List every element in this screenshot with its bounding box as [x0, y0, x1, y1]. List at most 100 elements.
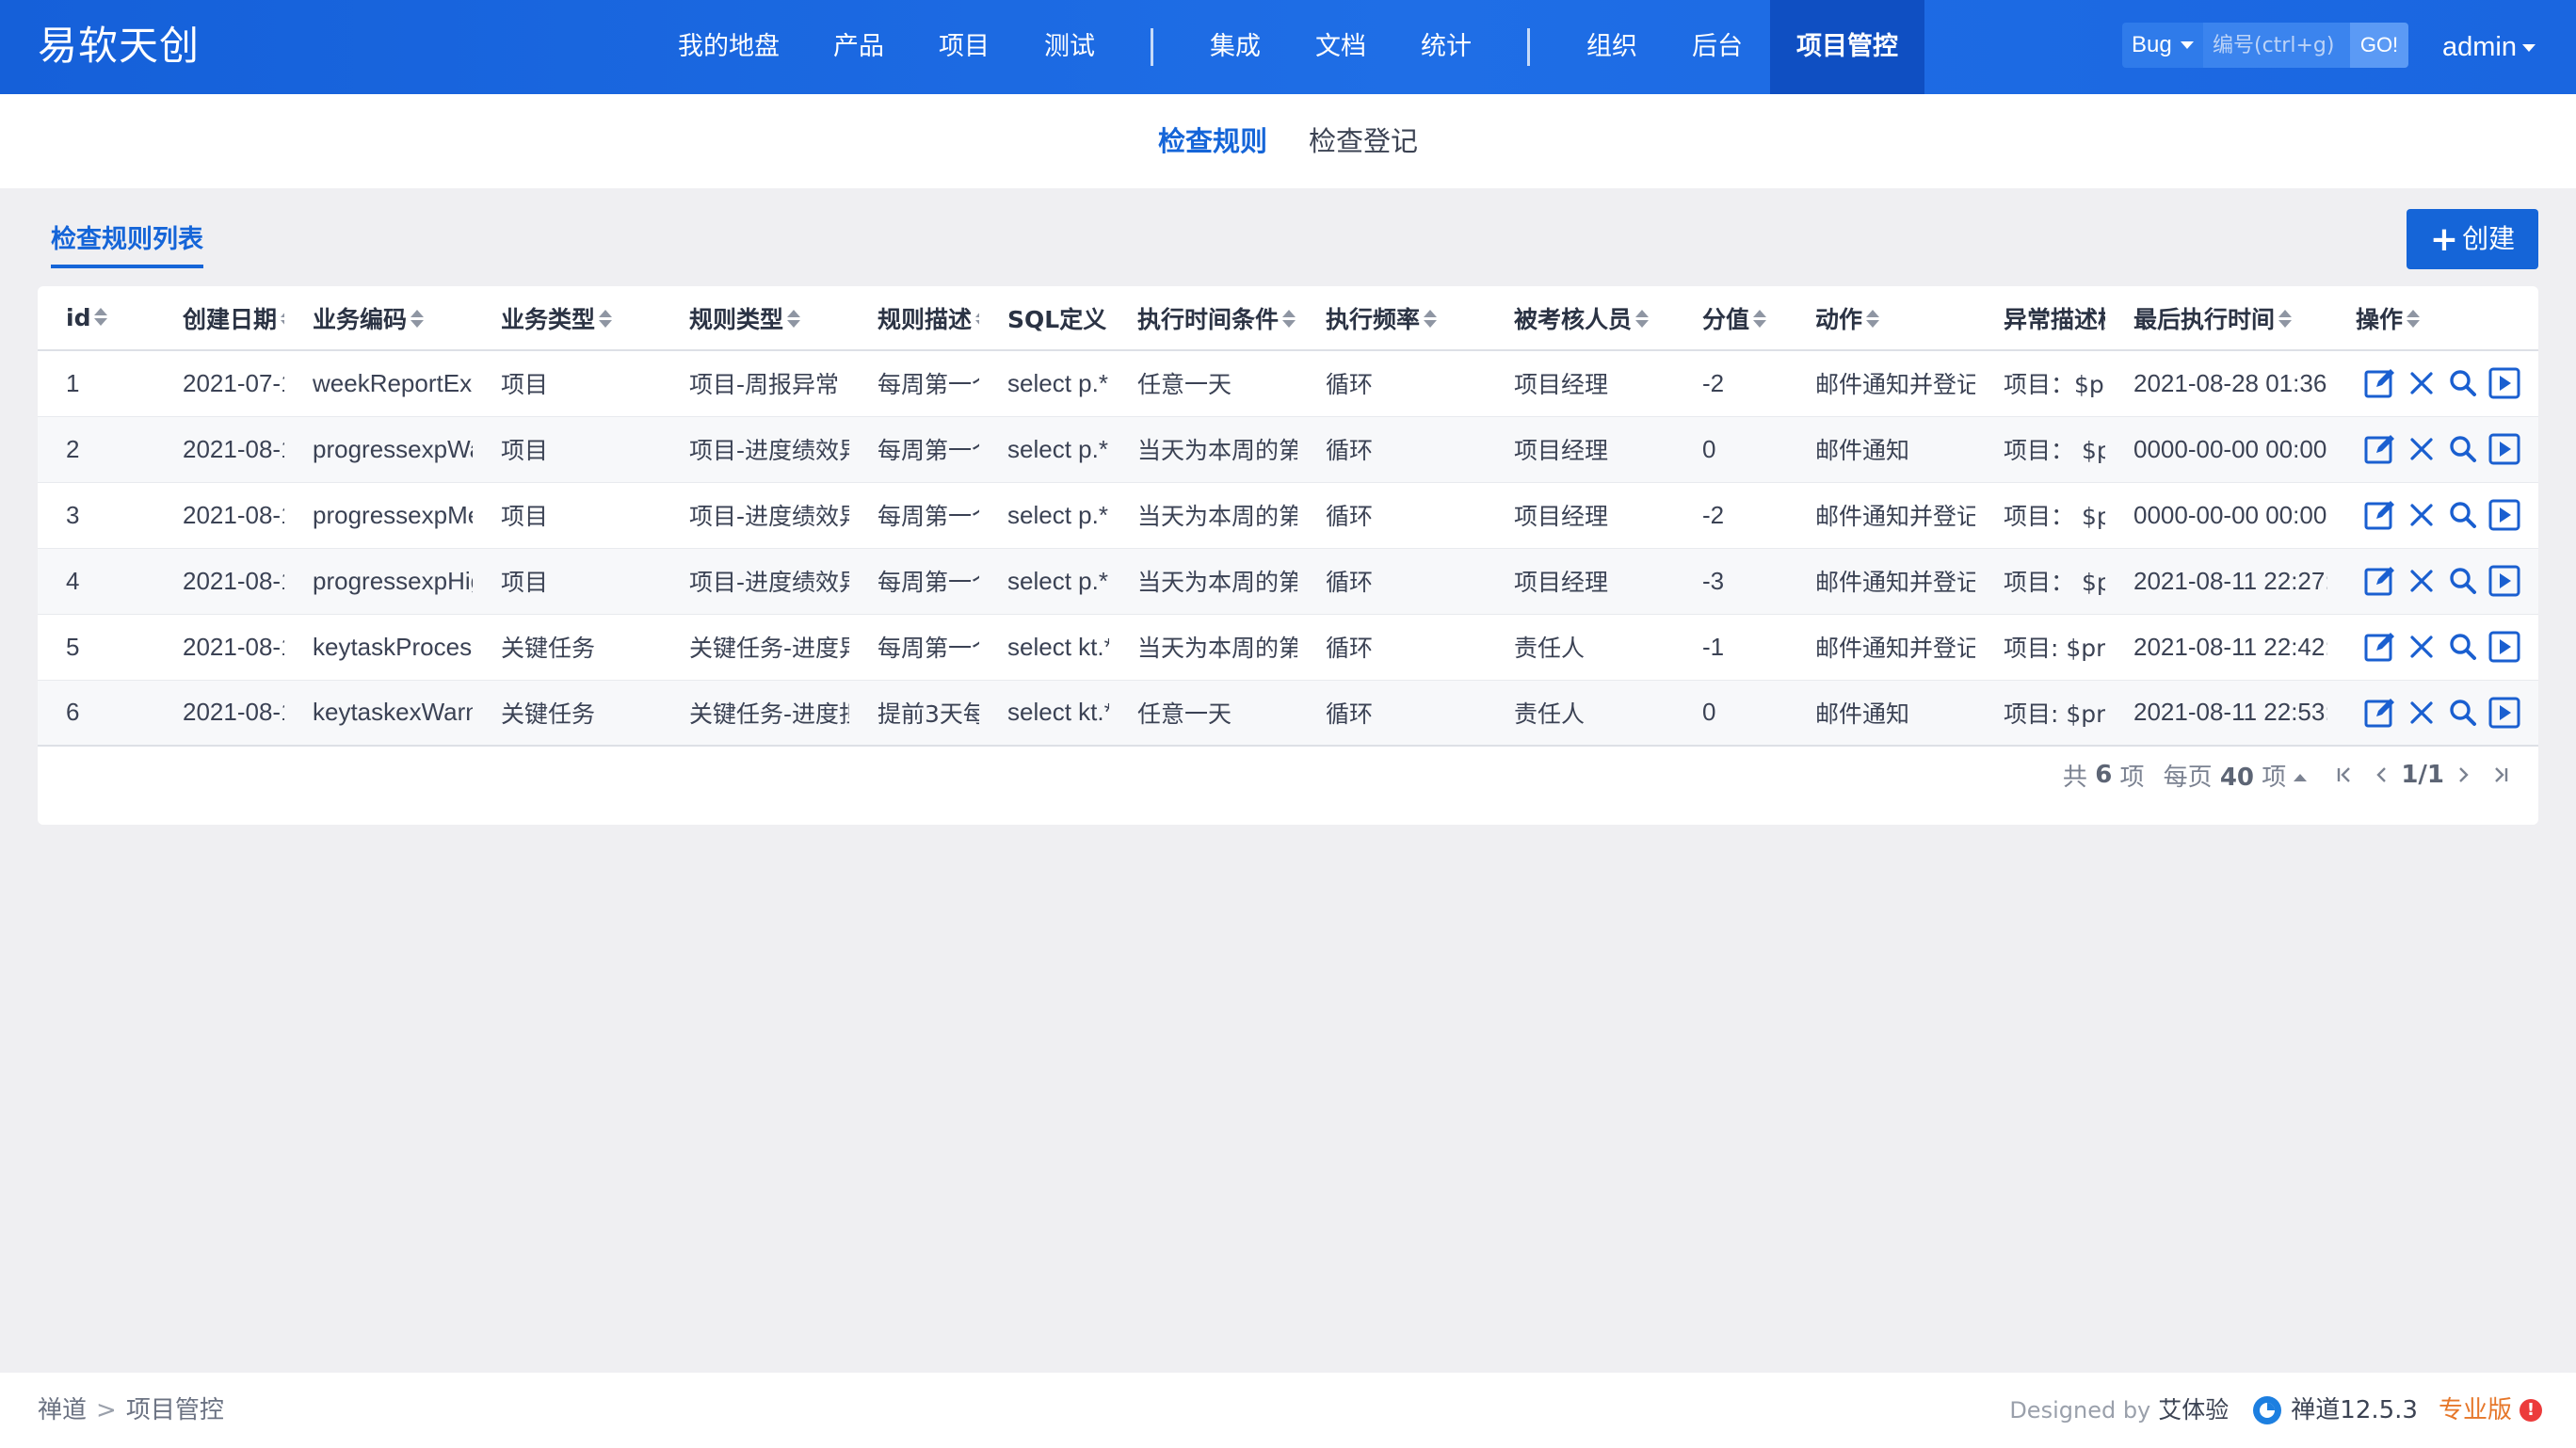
- delete-icon[interactable]: [2405, 432, 2439, 466]
- nav-integration[interactable]: 集成: [1198, 0, 1273, 94]
- search-icon[interactable]: [2446, 498, 2480, 532]
- zentao-logo-icon: [2253, 1396, 2282, 1424]
- cell-biz-type: 关键任务: [473, 680, 661, 747]
- search-icon[interactable]: [2446, 432, 2480, 466]
- product-version[interactable]: 禅道12.5.3: [2251, 1373, 2418, 1448]
- nav-test[interactable]: 测试: [1032, 0, 1107, 94]
- sort-icon: [1866, 309, 1880, 330]
- nav-divider: [1527, 28, 1530, 66]
- cell-id: 3: [38, 482, 154, 549]
- search-icon[interactable]: [2446, 696, 2480, 730]
- delete-icon[interactable]: [2405, 366, 2439, 400]
- search-icon[interactable]: [2446, 366, 2480, 400]
- col-id[interactable]: id: [38, 286, 154, 351]
- col-rule-desc[interactable]: 规则描述: [849, 286, 979, 351]
- pager-per: 40: [2219, 763, 2255, 792]
- cell-sql: select kt.*: [979, 680, 1109, 747]
- edit-icon[interactable]: [2363, 432, 2397, 466]
- run-icon[interactable]: [2487, 696, 2521, 730]
- col-biz-type[interactable]: 业务类型: [473, 286, 661, 351]
- table-row[interactable]: 6 2021-08-1 keytaskexWarni 关键任务 关键任务-进度担 提前3天…: [38, 680, 2538, 747]
- designer-name[interactable]: 艾体验: [2158, 1373, 2229, 1448]
- cell-rule-desc: 每周第一个: [849, 350, 979, 417]
- rule-list-tab[interactable]: 检查规则列表: [51, 218, 203, 268]
- last-page-button[interactable]: [2482, 756, 2520, 794]
- column-header-label: 业务编码: [313, 305, 408, 333]
- table-row[interactable]: 12021-07-18weekReportExc项目项目-周报异常每周第一个se…: [38, 350, 2538, 417]
- run-icon[interactable]: [2487, 432, 2521, 466]
- col-sql[interactable]: SQL定义: [979, 286, 1109, 351]
- table-row[interactable]: 32021-08-1progressexpMe项目项目-进度绩效异每周第一个se…: [38, 482, 2538, 549]
- run-icon[interactable]: [2487, 564, 2521, 598]
- nav-stats[interactable]: 统计: [1409, 0, 1484, 94]
- user-menu[interactable]: admin: [2442, 0, 2536, 94]
- col-last-exec[interactable]: 最后执行时间: [2105, 286, 2327, 351]
- col-assessed[interactable]: 被考核人员: [1486, 286, 1674, 351]
- edit-icon[interactable]: [2363, 498, 2397, 532]
- nav-my[interactable]: 我的地盘: [667, 0, 791, 94]
- nav-project[interactable]: 项目: [926, 0, 1002, 94]
- search-type-select[interactable]: Bug: [2122, 23, 2203, 68]
- create-button[interactable]: + 创建: [2407, 209, 2538, 269]
- edit-icon[interactable]: [2363, 630, 2397, 664]
- search-input[interactable]: [2203, 23, 2350, 68]
- col-score[interactable]: 分值: [1674, 286, 1787, 351]
- edit-icon[interactable]: [2363, 366, 2397, 400]
- cell-action: 邮件通知并登记: [1787, 548, 1975, 615]
- cell-biz-code: keytaskexWarni: [284, 680, 473, 747]
- col-rule-type[interactable]: 规则类型: [661, 286, 849, 351]
- column-header-label: 异常描述模: [2004, 305, 2105, 333]
- col-frequency[interactable]: 执行频率: [1297, 286, 1486, 351]
- nav-project-control[interactable]: 项目管控: [1770, 0, 1924, 94]
- cell-last-exec: 2021-08-11 22:53:4: [2105, 680, 2327, 747]
- nav-doc[interactable]: 文档: [1303, 0, 1378, 94]
- cell-exception-template: 项目: $proj: [1975, 680, 2105, 747]
- edit-icon[interactable]: [2363, 564, 2397, 598]
- alert-icon[interactable]: !: [2520, 1399, 2542, 1422]
- search-icon[interactable]: [2446, 564, 2480, 598]
- table-row[interactable]: 22021-08-1progressexpWa项目项目-进度绩效异每周第一个se…: [38, 416, 2538, 483]
- breadcrumb-current[interactable]: 项目管控: [126, 1396, 224, 1424]
- cell-frequency: 循环: [1297, 680, 1486, 747]
- delete-icon[interactable]: [2405, 696, 2439, 730]
- tab-check-rules[interactable]: 检查规则: [1158, 94, 1267, 188]
- sort-icon: [1424, 309, 1438, 330]
- edition-link[interactable]: 专业版: [2439, 1373, 2512, 1448]
- nav-org[interactable]: 组织: [1574, 0, 1650, 94]
- top-navbar: 易软天创 我的地盘 产品 项目 测试 集成 文档 统计 组织 后台 项目管控 B…: [0, 0, 2576, 94]
- first-page-icon: [2338, 767, 2351, 782]
- page-size-select[interactable]: 每页 40 项: [2164, 758, 2308, 793]
- cell-rule-desc: 提前3天每: [849, 680, 979, 747]
- delete-icon[interactable]: [2405, 564, 2439, 598]
- delete-icon[interactable]: [2405, 630, 2439, 664]
- nav-admin[interactable]: 后台: [1680, 0, 1755, 94]
- column-header-label: 执行频率: [1326, 305, 1421, 333]
- company-logo[interactable]: 易软天创: [38, 19, 200, 73]
- col-ops[interactable]: 操作: [2327, 286, 2538, 351]
- run-icon[interactable]: [2487, 630, 2521, 664]
- run-icon[interactable]: [2487, 498, 2521, 532]
- table-row[interactable]: 5 2021-08-1 keytaskProcess 关键任务 关键任务-进度异 每周第一…: [38, 614, 2538, 681]
- next-page-button[interactable]: [2444, 756, 2482, 794]
- tab-check-records[interactable]: 检查登记: [1309, 94, 1418, 188]
- cell-biz-code: progressexpHig: [284, 548, 473, 615]
- cell-exec-condition: 任意一天: [1109, 680, 1297, 747]
- run-icon[interactable]: [2487, 366, 2521, 400]
- col-biz-code[interactable]: 业务编码: [284, 286, 473, 351]
- breadcrumb-home[interactable]: 禅道: [38, 1396, 87, 1424]
- search-go-button[interactable]: GO!: [2350, 23, 2408, 68]
- pager-page: 1/1: [2401, 761, 2444, 789]
- cell-assessed: 项目经理: [1486, 548, 1674, 615]
- search-icon[interactable]: [2446, 630, 2480, 664]
- col-action[interactable]: 动作: [1787, 286, 1975, 351]
- table-row[interactable]: 42021-08-1progressexpHig项目项目-进度绩效异每周第一个s…: [38, 548, 2538, 615]
- first-page-button[interactable]: [2326, 756, 2363, 794]
- nav-product[interactable]: 产品: [821, 0, 896, 94]
- delete-icon[interactable]: [2405, 498, 2439, 532]
- col-created-date[interactable]: 创建日期: [154, 286, 284, 351]
- chevron-down-icon: [2181, 41, 2194, 49]
- edit-icon[interactable]: [2363, 696, 2397, 730]
- col-exec-condition[interactable]: 执行时间条件: [1109, 286, 1297, 351]
- prev-page-button[interactable]: [2363, 756, 2401, 794]
- cell-rule-desc: 每周第一个: [849, 482, 979, 549]
